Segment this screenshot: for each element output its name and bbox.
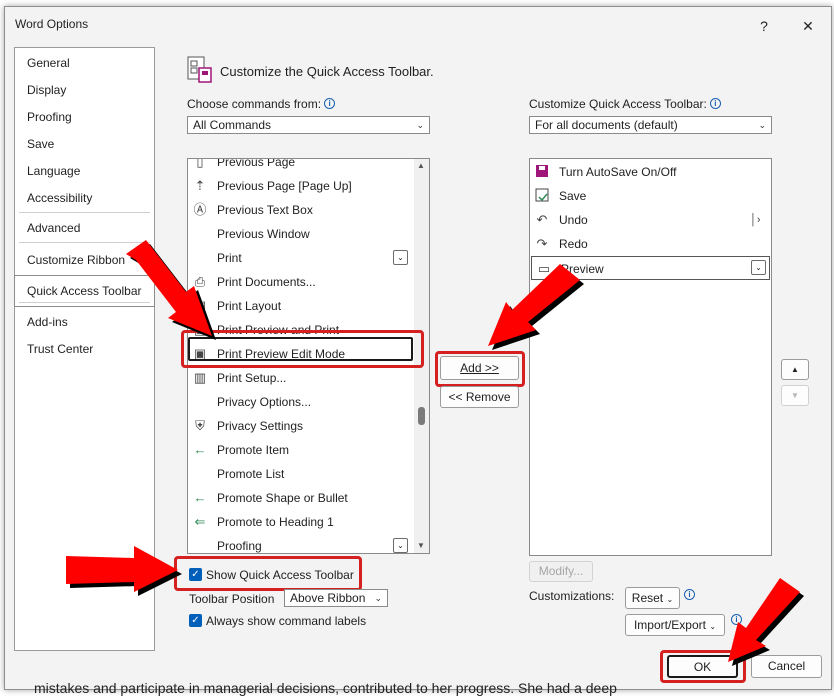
- arrow-to-print-preview-edit-mode-icon: [126, 240, 216, 340]
- arrow-to-add-button-icon: [488, 264, 584, 350]
- arrow-to-show-qat-checkbox-icon: [66, 546, 182, 596]
- arrow-to-ok-button-icon: [728, 578, 804, 666]
- annotation-arrows: [66, 240, 804, 666]
